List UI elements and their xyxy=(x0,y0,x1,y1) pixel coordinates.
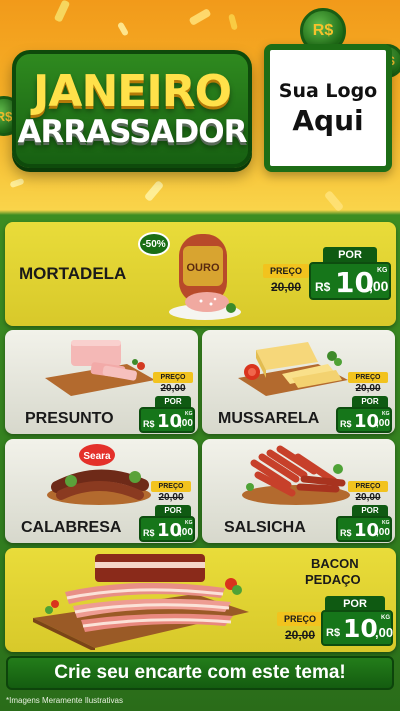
logo-line-1: Sua Logo xyxy=(278,80,378,102)
price-box: R$ 10 KG ,00 xyxy=(309,262,391,300)
currency-symbol: R$ xyxy=(315,280,331,294)
price-box: R$ 10 KG ,00 xyxy=(336,407,392,433)
brand-label: OURO xyxy=(187,262,220,274)
flyer-page: R$ R$ R$ JANEIRO ARRASSADOR Sua Logo Aqu… xyxy=(0,0,400,711)
product-card-bacon[interactable]: BACON PEDAÇO PREÇO 20,00 POR R$ 10 KG ,0… xyxy=(5,548,396,652)
preco-label: PREÇO xyxy=(348,372,388,383)
product-name: SALSICHA xyxy=(224,519,306,536)
currency-symbol: R$ xyxy=(340,528,352,538)
old-price: 20,00 xyxy=(355,383,381,394)
product-name: MORTADELA xyxy=(19,264,127,283)
preco-label: PREÇO xyxy=(153,372,193,383)
coin-symbol: R$ xyxy=(0,108,13,124)
price-cents: ,00 xyxy=(376,527,390,538)
product-card-mussarela[interactable]: MUSSARELA PREÇO 20,00 POR R$ 10 KG ,00 xyxy=(202,330,395,434)
presunto-image xyxy=(45,340,155,396)
unit-label: KG xyxy=(382,520,390,526)
currency-symbol: R$ xyxy=(340,419,352,429)
price-cents: ,00 xyxy=(179,527,193,538)
brand-logo: Seara xyxy=(83,451,111,462)
preco-label: PREÇO xyxy=(263,264,309,278)
logo-placeholder[interactable]: Sua Logo Aqui xyxy=(264,44,392,172)
cta-banner[interactable]: Crie seu encarte com este tema! xyxy=(6,656,394,690)
product-name-line-2: PEDAÇO xyxy=(305,572,361,587)
confetti-decoration xyxy=(188,8,212,26)
por-label: POR xyxy=(323,247,377,263)
old-price: 20,00 xyxy=(160,383,186,394)
unit-label: KG xyxy=(381,615,390,621)
unit-label: KG xyxy=(377,267,388,274)
confetti-decoration xyxy=(9,177,25,189)
campaign-title: JANEIRO ARRASSADOR xyxy=(12,50,252,168)
product-card-calabresa[interactable]: Seara CALABRESA PREÇO 20,00 POR R$ 10 KG… xyxy=(5,439,198,543)
price-box: R$ 10 KG ,00 xyxy=(336,516,392,542)
mortadela-image: OURO xyxy=(169,234,241,320)
product-card-presunto[interactable]: PRESUNTO PREÇO 20,00 POR R$ 10 KG ,00 xyxy=(5,330,198,434)
confetti-decoration xyxy=(143,180,165,202)
currency-symbol: R$ xyxy=(143,419,155,429)
price-box: R$ 10 KG ,00 xyxy=(321,610,393,646)
unit-label: KG xyxy=(185,520,193,526)
confetti-decoration xyxy=(323,190,345,212)
discount-badge: -50% xyxy=(138,232,170,256)
product-card-salsicha[interactable]: SALSICHA PREÇO 20,00 POR R$ 10 KG ,00 xyxy=(202,439,395,543)
product-name-line-1: BACON xyxy=(311,556,359,571)
salsicha-image xyxy=(242,445,350,505)
bacon-image xyxy=(33,554,249,650)
coin-symbol: R$ xyxy=(312,22,334,39)
unit-label: KG xyxy=(185,411,193,417)
price-cents: ,00 xyxy=(376,418,390,429)
preco-label: PREÇO xyxy=(348,481,388,492)
price-cents: ,00 xyxy=(179,418,193,429)
preco-label: PREÇO xyxy=(277,612,323,626)
product-name: MUSSARELA xyxy=(218,410,320,427)
old-price: 20,00 xyxy=(158,492,184,503)
old-price: 20,00 xyxy=(355,492,381,503)
product-name: PRESUNTO xyxy=(25,410,114,427)
preco-label: PREÇO xyxy=(151,481,191,492)
calabresa-image: Seara xyxy=(47,444,151,505)
price-box: R$ 10 KG ,00 xyxy=(139,407,195,433)
old-price: 20,00 xyxy=(284,628,316,642)
product-name: CALABRESA xyxy=(21,519,122,536)
title-line-2: ARRASSADOR xyxy=(17,114,248,150)
currency-symbol: R$ xyxy=(326,627,341,639)
title-line-1: JANEIRO xyxy=(33,66,232,117)
confetti-decoration xyxy=(53,0,71,23)
price-box: R$ 10 KG ,00 xyxy=(139,516,195,542)
price-cents: ,00 xyxy=(369,278,389,294)
unit-label: KG xyxy=(382,411,390,417)
logo-line-2: Aqui xyxy=(292,104,364,137)
mussarela-image xyxy=(238,342,348,396)
confetti-decoration xyxy=(116,21,130,37)
price-cents: ,00 xyxy=(375,625,394,640)
product-card-mortadela[interactable]: MORTADELA OURO -50% PREÇO 20,00 POR R$ 1… xyxy=(5,222,396,326)
price-integer: 10 xyxy=(343,614,378,643)
currency-symbol: R$ xyxy=(143,528,155,538)
old-price: 20,00 xyxy=(270,280,302,294)
disclaimer-text: *Imagens Meramente Ilustrativas xyxy=(6,696,123,705)
confetti-decoration xyxy=(228,13,238,31)
